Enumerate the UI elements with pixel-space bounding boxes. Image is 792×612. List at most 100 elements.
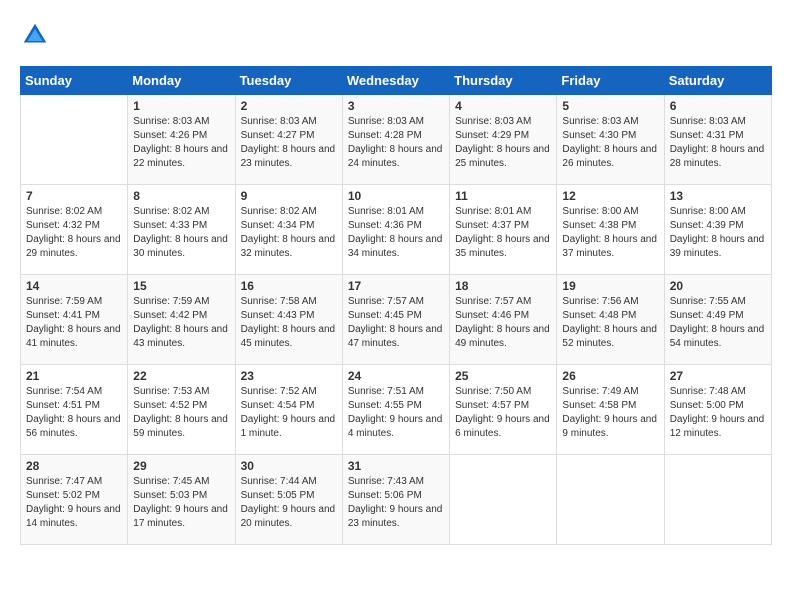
day-number: 14 bbox=[26, 279, 122, 293]
day-info: Sunrise: 8:02 AMSunset: 4:33 PMDaylight:… bbox=[133, 205, 229, 261]
day-info: Sunrise: 7:52 AMSunset: 4:54 PMDaylight:… bbox=[241, 385, 337, 441]
weekday-header-friday: Friday bbox=[557, 67, 664, 95]
day-number: 31 bbox=[348, 459, 444, 473]
weekday-header-wednesday: Wednesday bbox=[342, 67, 449, 95]
week-row-3: 14 Sunrise: 7:59 AMSunset: 4:41 PMDayligh… bbox=[21, 275, 772, 365]
day-number: 23 bbox=[241, 369, 337, 383]
day-number: 27 bbox=[670, 369, 766, 383]
day-cell: 25 Sunrise: 7:50 AMSunset: 4:57 PMDayligh… bbox=[450, 365, 557, 455]
day-info: Sunrise: 8:03 AMSunset: 4:26 PMDaylight:… bbox=[133, 115, 229, 171]
day-cell: 16 Sunrise: 7:58 AMSunset: 4:43 PMDayligh… bbox=[235, 275, 342, 365]
day-number: 2 bbox=[241, 99, 337, 113]
day-number: 22 bbox=[133, 369, 229, 383]
day-info: Sunrise: 7:49 AMSunset: 4:58 PMDaylight:… bbox=[562, 385, 658, 441]
day-cell: 5 Sunrise: 8:03 AMSunset: 4:30 PMDaylight… bbox=[557, 95, 664, 185]
day-cell: 28 Sunrise: 7:47 AMSunset: 5:02 PMDayligh… bbox=[21, 455, 128, 545]
day-number: 19 bbox=[562, 279, 658, 293]
day-cell: 13 Sunrise: 8:00 AMSunset: 4:39 PMDayligh… bbox=[664, 185, 771, 275]
day-number: 10 bbox=[348, 189, 444, 203]
day-number: 17 bbox=[348, 279, 444, 293]
day-info: Sunrise: 7:43 AMSunset: 5:06 PMDaylight:… bbox=[348, 475, 444, 531]
day-number: 29 bbox=[133, 459, 229, 473]
day-number: 30 bbox=[241, 459, 337, 473]
day-info: Sunrise: 8:03 AMSunset: 4:31 PMDaylight:… bbox=[670, 115, 766, 171]
page-header bbox=[20, 20, 772, 50]
day-info: Sunrise: 7:48 AMSunset: 5:00 PMDaylight:… bbox=[670, 385, 766, 441]
day-info: Sunrise: 7:44 AMSunset: 5:05 PMDaylight:… bbox=[241, 475, 337, 531]
weekday-header-monday: Monday bbox=[128, 67, 235, 95]
day-cell: 15 Sunrise: 7:59 AMSunset: 4:42 PMDayligh… bbox=[128, 275, 235, 365]
day-cell: 19 Sunrise: 7:56 AMSunset: 4:48 PMDayligh… bbox=[557, 275, 664, 365]
day-number: 1 bbox=[133, 99, 229, 113]
day-number: 24 bbox=[348, 369, 444, 383]
day-number: 21 bbox=[26, 369, 122, 383]
day-info: Sunrise: 7:55 AMSunset: 4:49 PMDaylight:… bbox=[670, 295, 766, 351]
weekday-header-tuesday: Tuesday bbox=[235, 67, 342, 95]
weekday-header-thursday: Thursday bbox=[450, 67, 557, 95]
calendar-body: 1 Sunrise: 8:03 AMSunset: 4:26 PMDaylight… bbox=[21, 95, 772, 545]
day-number: 25 bbox=[455, 369, 551, 383]
day-number: 6 bbox=[670, 99, 766, 113]
calendar-table: SundayMondayTuesdayWednesdayThursdayFrid… bbox=[20, 66, 772, 545]
day-info: Sunrise: 8:02 AMSunset: 4:34 PMDaylight:… bbox=[241, 205, 337, 261]
day-cell bbox=[664, 455, 771, 545]
day-number: 7 bbox=[26, 189, 122, 203]
day-number: 16 bbox=[241, 279, 337, 293]
day-cell: 12 Sunrise: 8:00 AMSunset: 4:38 PMDayligh… bbox=[557, 185, 664, 275]
day-cell bbox=[450, 455, 557, 545]
day-cell: 2Sunrise: 8:03 AMSunset: 4:27 PMDaylight… bbox=[235, 95, 342, 185]
day-cell: 11 Sunrise: 8:01 AMSunset: 4:37 PMDayligh… bbox=[450, 185, 557, 275]
day-cell: 24 Sunrise: 7:51 AMSunset: 4:55 PMDayligh… bbox=[342, 365, 449, 455]
day-number: 28 bbox=[26, 459, 122, 473]
day-info: Sunrise: 8:00 AMSunset: 4:38 PMDaylight:… bbox=[562, 205, 658, 261]
day-info: Sunrise: 8:01 AMSunset: 4:36 PMDaylight:… bbox=[348, 205, 444, 261]
day-cell: 29Sunrise: 7:45 AMSunset: 5:03 PMDayligh… bbox=[128, 455, 235, 545]
week-row-4: 21Sunrise: 7:54 AMSunset: 4:51 PMDayligh… bbox=[21, 365, 772, 455]
day-cell: 10 Sunrise: 8:01 AMSunset: 4:36 PMDayligh… bbox=[342, 185, 449, 275]
day-info: Sunrise: 8:00 AMSunset: 4:39 PMDaylight:… bbox=[670, 205, 766, 261]
day-info: Sunrise: 7:50 AMSunset: 4:57 PMDaylight:… bbox=[455, 385, 551, 441]
day-info: Sunrise: 7:57 AMSunset: 4:45 PMDaylight:… bbox=[348, 295, 444, 351]
day-cell: 7 Sunrise: 8:02 AMSunset: 4:32 PMDaylight… bbox=[21, 185, 128, 275]
day-cell: 14 Sunrise: 7:59 AMSunset: 4:41 PMDayligh… bbox=[21, 275, 128, 365]
week-row-2: 7 Sunrise: 8:02 AMSunset: 4:32 PMDaylight… bbox=[21, 185, 772, 275]
day-info: Sunrise: 7:58 AMSunset: 4:43 PMDaylight:… bbox=[241, 295, 337, 351]
day-number: 3 bbox=[348, 99, 444, 113]
day-info: Sunrise: 8:03 AMSunset: 4:30 PMDaylight:… bbox=[562, 115, 658, 171]
day-cell: 20 Sunrise: 7:55 AMSunset: 4:49 PMDayligh… bbox=[664, 275, 771, 365]
day-number: 11 bbox=[455, 189, 551, 203]
day-info: Sunrise: 7:51 AMSunset: 4:55 PMDaylight:… bbox=[348, 385, 444, 441]
day-info: Sunrise: 8:03 AMSunset: 4:29 PMDaylight:… bbox=[455, 115, 551, 171]
day-info: Sunrise: 7:56 AMSunset: 4:48 PMDaylight:… bbox=[562, 295, 658, 351]
day-cell: 31 Sunrise: 7:43 AMSunset: 5:06 PMDayligh… bbox=[342, 455, 449, 545]
day-cell: 27 Sunrise: 7:48 AMSunset: 5:00 PMDayligh… bbox=[664, 365, 771, 455]
week-row-1: 1 Sunrise: 8:03 AMSunset: 4:26 PMDaylight… bbox=[21, 95, 772, 185]
day-number: 13 bbox=[670, 189, 766, 203]
day-cell: 17 Sunrise: 7:57 AMSunset: 4:45 PMDayligh… bbox=[342, 275, 449, 365]
day-number: 18 bbox=[455, 279, 551, 293]
day-number: 20 bbox=[670, 279, 766, 293]
day-number: 9 bbox=[241, 189, 337, 203]
calendar-header: SundayMondayTuesdayWednesdayThursdayFrid… bbox=[21, 67, 772, 95]
day-info: Sunrise: 8:02 AMSunset: 4:32 PMDaylight:… bbox=[26, 205, 122, 261]
day-cell: 26 Sunrise: 7:49 AMSunset: 4:58 PMDayligh… bbox=[557, 365, 664, 455]
logo-icon bbox=[20, 20, 50, 50]
weekday-header-sunday: Sunday bbox=[21, 67, 128, 95]
day-info: Sunrise: 7:59 AMSunset: 4:42 PMDaylight:… bbox=[133, 295, 229, 351]
day-cell: 4Sunrise: 8:03 AMSunset: 4:29 PMDaylight… bbox=[450, 95, 557, 185]
day-number: 5 bbox=[562, 99, 658, 113]
day-number: 26 bbox=[562, 369, 658, 383]
day-cell: 9 Sunrise: 8:02 AMSunset: 4:34 PMDaylight… bbox=[235, 185, 342, 275]
day-info: Sunrise: 8:01 AMSunset: 4:37 PMDaylight:… bbox=[455, 205, 551, 261]
day-cell: 3Sunrise: 8:03 AMSunset: 4:28 PMDaylight… bbox=[342, 95, 449, 185]
day-cell: 18 Sunrise: 7:57 AMSunset: 4:46 PMDayligh… bbox=[450, 275, 557, 365]
day-info: Sunrise: 7:57 AMSunset: 4:46 PMDaylight:… bbox=[455, 295, 551, 351]
day-info: Sunrise: 7:59 AMSunset: 4:41 PMDaylight:… bbox=[26, 295, 122, 351]
day-cell bbox=[557, 455, 664, 545]
day-cell: 23 Sunrise: 7:52 AMSunset: 4:54 PMDayligh… bbox=[235, 365, 342, 455]
day-number: 12 bbox=[562, 189, 658, 203]
day-cell: 6 Sunrise: 8:03 AMSunset: 4:31 PMDaylight… bbox=[664, 95, 771, 185]
day-number: 15 bbox=[133, 279, 229, 293]
day-info: Sunrise: 7:47 AMSunset: 5:02 PMDaylight:… bbox=[26, 475, 122, 531]
week-row-5: 28 Sunrise: 7:47 AMSunset: 5:02 PMDayligh… bbox=[21, 455, 772, 545]
